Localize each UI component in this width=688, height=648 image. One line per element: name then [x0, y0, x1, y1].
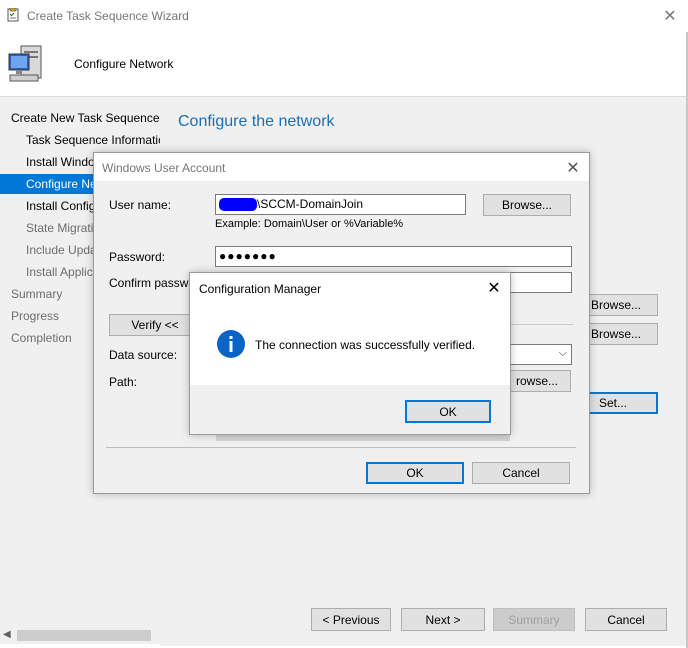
password-input[interactable]: ●●●●●●● [215, 246, 572, 267]
redacted-domain [219, 198, 257, 212]
verify-button[interactable]: Verify << [109, 314, 201, 336]
window-title: Create Task Sequence Wizard [27, 9, 189, 23]
nav-item-install-windows[interactable]: Install Windo [26, 155, 95, 169]
user-example-text: Example: Domain\User or %Variable% [215, 218, 404, 230]
account-dialog-divider [106, 447, 576, 448]
cm-dialog-top-area: Configuration Manager ✕ The connection w… [190, 273, 510, 385]
account-dialog-title: Windows User Account [102, 161, 226, 175]
computer-icon [8, 42, 44, 84]
user-name-label: User name: [109, 198, 172, 212]
nav-item-task-sequence-info[interactable]: Task Sequence Informatic [26, 133, 164, 147]
scroll-left-arrow-icon[interactable]: ◀ [3, 629, 11, 640]
cm-dialog-title: Configuration Manager [199, 282, 322, 296]
next-button[interactable]: Next > [401, 608, 485, 631]
data-source-label: Data source: [109, 348, 178, 362]
chevron-down-icon: ⌵ [558, 347, 567, 359]
nav-item-progress[interactable]: Progress [11, 309, 59, 323]
info-icon [216, 329, 246, 359]
nav-item-install-config[interactable]: Install Config [26, 199, 95, 213]
nav-item-state-migration[interactable]: State Migrati [26, 221, 93, 235]
account-cancel-button[interactable]: Cancel [472, 462, 570, 484]
header-title: Configure Network [74, 57, 174, 71]
nav-item-summary[interactable]: Summary [11, 287, 62, 301]
scroll-thumb[interactable] [17, 630, 151, 641]
data-source-select[interactable]: ⌵ [503, 344, 572, 365]
wizard-app-icon [7, 7, 19, 22]
user-name-value: \SCCM-DomainJoin [257, 197, 364, 211]
page-heading: Configure the network [178, 113, 335, 130]
nav-item-include-updates[interactable]: Include Upda [26, 243, 97, 257]
cancel-button[interactable]: Cancel [585, 608, 667, 631]
cm-dialog-message: The connection was successfully verified… [255, 338, 476, 352]
nav-item-install-applications[interactable]: Install Applic [26, 265, 93, 279]
nav-item-create-new[interactable]: Create New Task Sequence [11, 111, 160, 125]
user-browse-button[interactable]: Browse... [483, 194, 571, 216]
password-label: Password: [109, 250, 166, 264]
account-dialog-titlebar: Windows User Account ✕ [94, 153, 589, 181]
previous-button[interactable]: < Previous [311, 608, 391, 631]
path-label: Path: [109, 375, 138, 389]
nav-item-configure-network-label: Configure Ne [26, 177, 97, 191]
wizard-header: Configure Network [0, 32, 686, 97]
account-dialog-close-icon[interactable]: ✕ [563, 158, 583, 178]
configuration-manager-dialog: Configuration Manager ✕ The connection w… [189, 272, 511, 435]
nav-horizontal-scrollbar[interactable]: ◀ [0, 627, 160, 644]
path-browse-button[interactable]: rowse... [503, 370, 571, 392]
close-icon[interactable]: ✕ [660, 6, 680, 26]
cm-dialog-close-icon[interactable]: ✕ [484, 278, 504, 298]
summary-button[interactable]: Summary [493, 608, 575, 631]
user-name-input[interactable]: \SCCM-DomainJoin [215, 194, 466, 215]
cm-ok-button[interactable]: OK [405, 400, 491, 423]
nav-item-completion[interactable]: Completion [11, 331, 72, 345]
account-ok-button[interactable]: OK [366, 462, 464, 484]
title-bar: Create Task Sequence Wizard ✕ [0, 0, 688, 32]
